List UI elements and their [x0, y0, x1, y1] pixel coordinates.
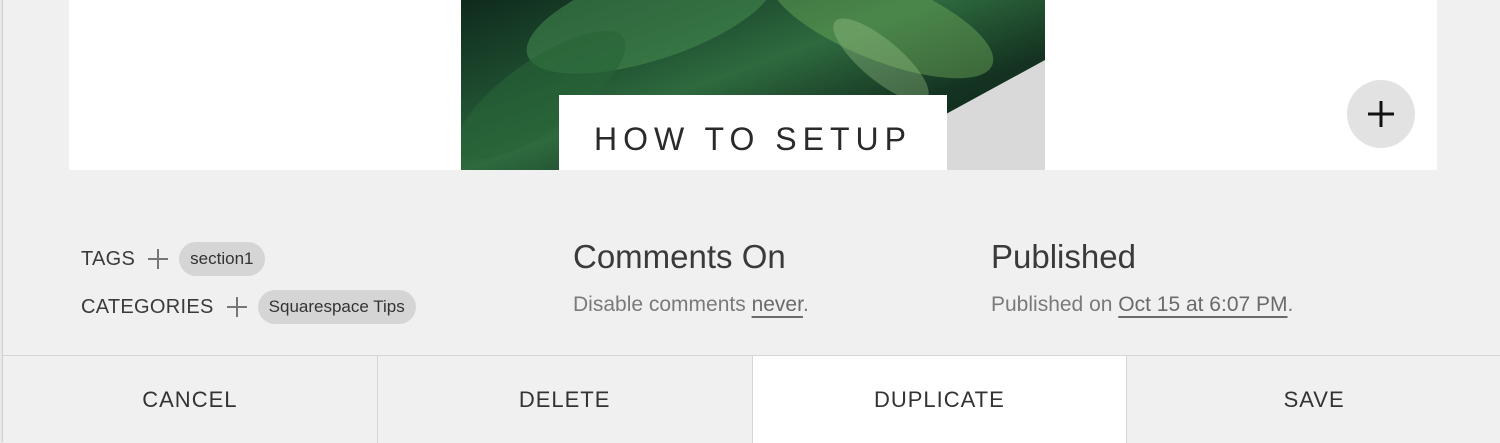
- publish-sub-suffix: .: [1287, 293, 1294, 316]
- cancel-button[interactable]: CANCEL: [3, 356, 378, 443]
- comments-title: Comments On: [573, 238, 786, 275]
- duplicate-button[interactable]: DUPLICATE: [752, 356, 1128, 443]
- tags-row: TAGS section1: [81, 242, 265, 276]
- plus-icon: [1368, 101, 1394, 127]
- add-category-icon[interactable]: [226, 296, 248, 318]
- publish-sub-prefix: Published on: [991, 293, 1119, 316]
- content-editor-area[interactable]: HOW TO SETUP: [69, 0, 1437, 170]
- tag-pill[interactable]: section1: [179, 242, 265, 276]
- post-editor-panel: HOW TO SETUP TAGS section1 CATEGORIES Sq…: [2, 0, 1500, 443]
- add-tag-icon[interactable]: [147, 248, 169, 270]
- delete-button[interactable]: DELETE: [377, 356, 753, 443]
- publish-subtext: Published on Oct 15 at 6:07 PM.: [991, 293, 1293, 317]
- disable-comments-link[interactable]: never: [752, 293, 803, 316]
- footer-action-bar: CANCEL DELETE DUPLICATE SAVE: [3, 355, 1500, 443]
- categories-row: CATEGORIES Squarespace Tips: [81, 290, 416, 324]
- publish-date-link[interactable]: Oct 15 at 6:07 PM: [1118, 293, 1287, 316]
- image-title-card: HOW TO SETUP: [559, 95, 947, 170]
- comments-status: Comments On Disable comments never.: [573, 240, 809, 317]
- publish-status: Published Published on Oct 15 at 6:07 PM…: [991, 240, 1293, 317]
- comments-sub-prefix: Disable comments: [573, 293, 752, 316]
- publish-title: Published: [991, 238, 1136, 275]
- categories-label: CATEGORIES: [81, 295, 214, 318]
- featured-image[interactable]: HOW TO SETUP: [461, 0, 1045, 170]
- category-pill[interactable]: Squarespace Tips: [257, 290, 416, 324]
- image-title-text: HOW TO SETUP: [594, 121, 912, 157]
- add-block-button[interactable]: [1347, 80, 1415, 148]
- save-button[interactable]: SAVE: [1127, 356, 1500, 443]
- comments-sub-suffix: .: [802, 293, 809, 316]
- comments-subtext: Disable comments never.: [573, 293, 809, 317]
- tags-label: TAGS: [81, 247, 136, 270]
